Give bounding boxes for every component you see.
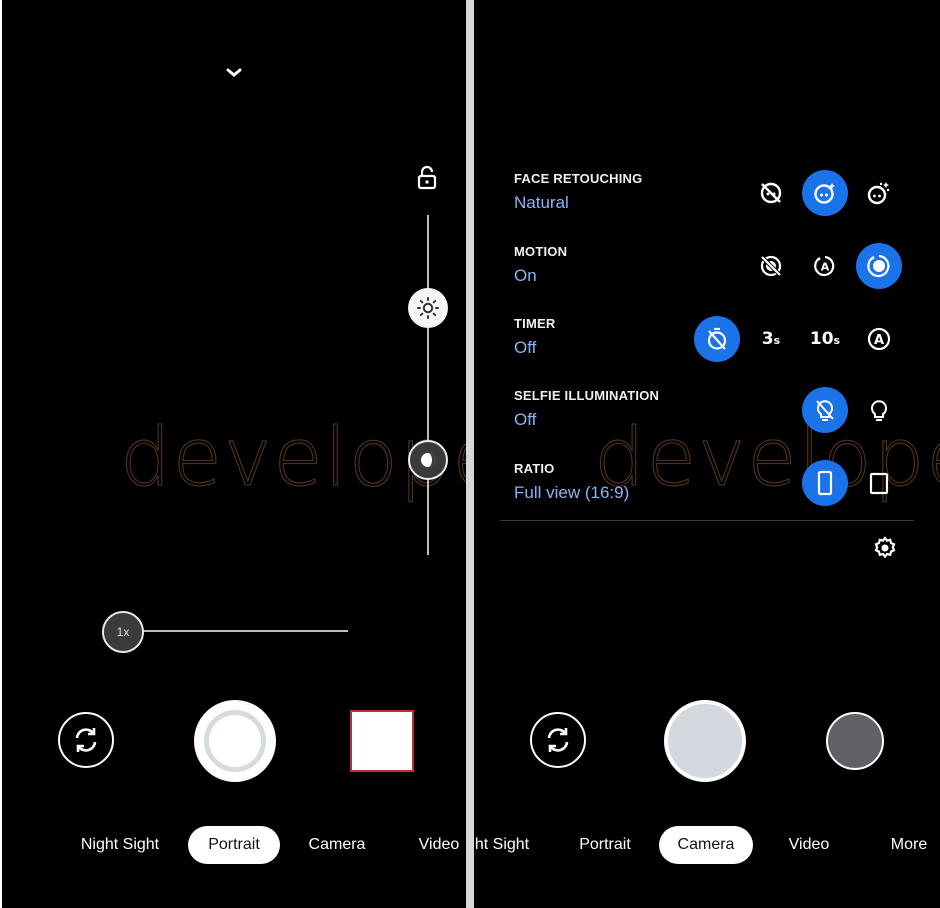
mode-video[interactable]: Video [414,826,464,864]
mode-night-sight[interactable]: ht Sight [474,826,534,864]
face-retouch-off-icon [758,180,784,206]
motion-auto-icon: A [812,253,838,279]
setting-label: RATIO [514,461,555,476]
timer-10s-option[interactable]: 10s [802,316,848,362]
flip-camera-button[interactable] [530,712,586,768]
motion-auto-option[interactable]: A [802,243,848,289]
ratio-4-3-option[interactable] [856,460,902,506]
contrast-slider-handle[interactable] [408,440,448,480]
setting-label: SELFIE ILLUMINATION [514,388,660,403]
setting-label: TIMER [514,316,556,331]
settings-divider [500,520,914,521]
contrast-icon [418,450,438,470]
illumination-off-option[interactable] [802,387,848,433]
gear-icon [872,535,898,561]
timer-auto-icon: A [866,326,892,352]
svg-text:A: A [874,333,884,348]
zoom-level-handle[interactable]: 1x [102,611,144,653]
setting-value: Off [514,338,537,357]
portrait-mode-screen: developers 1x Night Sight Portrait Camer… [2,0,466,908]
settings-button[interactable] [862,525,908,571]
face-retouch-smooth-option[interactable] [856,170,902,216]
mode-video[interactable]: Video [784,826,834,864]
setting-value: Full view (16:9) [514,483,630,502]
exposure-slider-track[interactable] [427,215,429,555]
setting-value: Natural [514,193,569,212]
setting-ratio: RATIO Full view (16:9) [514,461,629,503]
mode-night-sight[interactable]: Night Sight [74,826,166,864]
ratio-4-3-icon [868,469,890,497]
flip-camera-icon [542,724,574,756]
setting-label: FACE RETOUCHING [514,171,643,186]
setting-motion: MOTION On [514,244,567,286]
face-retouch-natural-icon [812,180,838,206]
setting-timer: TIMER Off [514,316,555,358]
timer-auto-option[interactable]: A [856,316,902,362]
chevron-down-icon[interactable] [224,66,244,80]
face-retouch-off-option[interactable] [748,170,794,216]
mode-portrait[interactable]: Portrait [570,826,640,864]
mode-camera[interactable]: Camera [659,826,753,864]
shutter-button[interactable] [194,700,276,782]
setting-face-retouching: FACE RETOUCHING Natural [514,171,642,213]
zoom-slider-track[interactable] [142,630,348,632]
brightness-sun-icon [416,296,440,320]
mode-selector: ht Sight Portrait Camera Video More [474,826,940,864]
motion-on-option[interactable] [856,243,902,289]
timer-off-icon [704,326,730,352]
lock-open-icon[interactable] [416,165,438,191]
timer-unit: s [833,334,841,347]
camera-settings-screen: developers FACE RETOUCHING Natural MOTIO… [474,0,940,908]
timer-off-option[interactable] [694,316,740,362]
setting-selfie-illumination: SELFIE ILLUMINATION Off [514,388,659,430]
gallery-thumbnail[interactable] [350,710,414,772]
svg-text:A: A [821,261,830,274]
face-retouch-natural-option[interactable] [802,170,848,216]
setting-value: Off [514,410,537,429]
timer-unit: s [773,334,781,347]
flip-camera-button[interactable] [58,712,114,768]
timer-10s-value: 10 [809,329,834,349]
shutter-inner-ring [204,710,266,772]
illumination-on-option[interactable] [856,387,902,433]
mode-camera[interactable]: Camera [302,826,372,864]
ratio-full-icon [814,469,836,497]
shutter-button[interactable] [664,700,746,782]
gallery-thumbnail[interactable] [826,712,884,770]
motion-off-option[interactable] [748,243,794,289]
motion-on-icon [865,252,893,280]
setting-label: MOTION [514,244,568,259]
mode-portrait[interactable]: Portrait [188,826,280,864]
motion-off-icon [758,253,784,279]
flip-camera-icon [70,724,102,756]
lightbulb-icon [866,397,892,423]
mode-more[interactable]: More [884,826,934,864]
brightness-slider-handle[interactable] [408,288,448,328]
ratio-full-option[interactable] [802,460,848,506]
timer-3s-value: 3 [761,329,774,349]
screen-divider [466,0,474,908]
timer-3s-option[interactable]: 3s [748,316,794,362]
illumination-off-icon [812,397,838,423]
mode-selector: Night Sight Portrait Camera Video [2,826,466,864]
face-retouch-smooth-icon [866,180,892,206]
setting-value: On [514,266,537,285]
